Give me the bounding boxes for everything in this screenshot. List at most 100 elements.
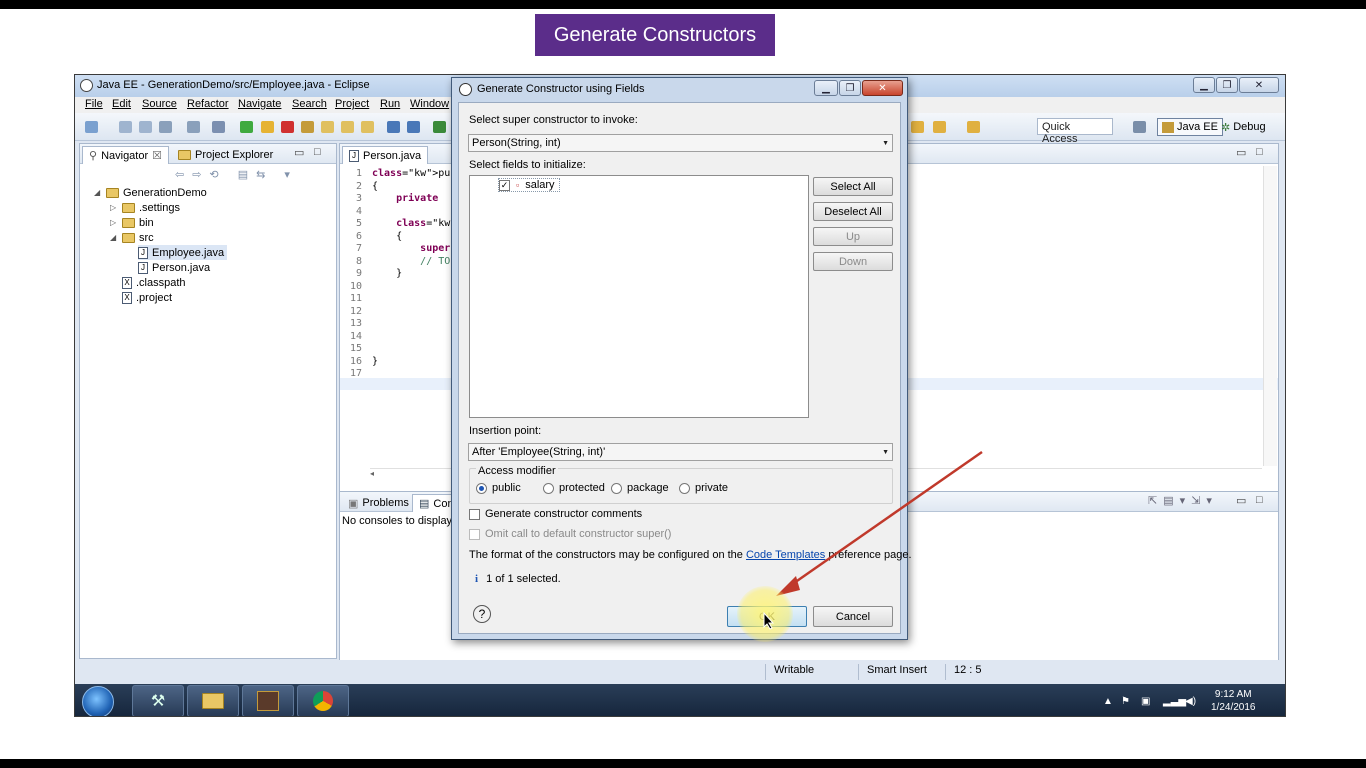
- save-all-icon[interactable]: [139, 121, 152, 133]
- network-icon[interactable]: ▂▃▅: [1163, 696, 1186, 707]
- terminate-icon[interactable]: [281, 121, 294, 133]
- select-all-button[interactable]: Select All: [813, 177, 893, 196]
- forward-icon[interactable]: [967, 121, 980, 133]
- back-icon[interactable]: [933, 121, 946, 133]
- power-icon[interactable]: ▣: [1141, 696, 1150, 707]
- code-line[interactable]: 13: [340, 318, 372, 331]
- minimize-editor-icon[interactable]: ▭: [1236, 146, 1246, 159]
- tree-item-employee-java[interactable]: J Employee.java: [138, 245, 228, 260]
- volume-icon[interactable]: ◀): [1185, 696, 1196, 707]
- code-line[interactable]: 9 }: [340, 268, 402, 281]
- tree-item-settings[interactable]: ▷ .settings: [110, 200, 180, 215]
- code-line[interactable]: 8 // TO: [340, 256, 450, 269]
- dialog-maximize-icon[interactable]: ❐: [839, 80, 861, 96]
- field-checkbox[interactable]: ✓: [499, 179, 510, 191]
- suspend-icon[interactable]: [261, 121, 274, 133]
- taskbar-chrome[interactable]: [297, 685, 349, 716]
- action-center-icon[interactable]: ⚑: [1121, 696, 1130, 707]
- menu-window[interactable]: Window: [410, 98, 449, 110]
- minimize-console-icon[interactable]: ▭: [1236, 494, 1246, 507]
- code-line[interactable]: 7 super: [340, 243, 450, 256]
- code-line[interactable]: 2{: [340, 181, 378, 194]
- system-clock[interactable]: 9:12 AM 1/24/2016: [1211, 688, 1256, 714]
- tab-navigator[interactable]: ⚲ Navigator ☒: [82, 146, 170, 164]
- new-icon[interactable]: [85, 121, 98, 133]
- resume-icon[interactable]: [240, 121, 253, 133]
- field-item-salary[interactable]: ✓ ▫ salary: [498, 178, 560, 192]
- close-icon[interactable]: ✕: [1239, 77, 1279, 93]
- step-into-icon[interactable]: [321, 121, 334, 133]
- cancel-button[interactable]: Cancel: [813, 606, 893, 627]
- maximize-icon[interactable]: ❐: [1216, 77, 1238, 93]
- tree-item-project[interactable]: X .project: [122, 290, 172, 305]
- menu-search[interactable]: Search: [292, 98, 327, 110]
- overview-ruler[interactable]: [1263, 166, 1277, 466]
- deselect-all-button[interactable]: Deselect All: [813, 202, 893, 221]
- menu-source[interactable]: Source: [142, 98, 177, 110]
- generate-comments-option[interactable]: Generate constructor comments: [469, 508, 642, 520]
- code-line[interactable]: 12: [340, 306, 372, 319]
- minimize-icon[interactable]: ▁: [1193, 77, 1215, 93]
- help-icon[interactable]: ?: [473, 605, 491, 623]
- minimize-view-icon[interactable]: ▭: [294, 146, 304, 159]
- code-line[interactable]: 16}: [340, 356, 378, 369]
- start-button[interactable]: [82, 686, 114, 716]
- code-line[interactable]: 6 {: [340, 231, 402, 244]
- generate-comments-checkbox[interactable]: [469, 508, 480, 520]
- code-line[interactable]: 17: [340, 368, 372, 381]
- code-line[interactable]: 14: [340, 331, 372, 344]
- code-line[interactable]: 4: [340, 206, 372, 219]
- radio-button[interactable]: [543, 482, 554, 494]
- taskbar-explorer[interactable]: [187, 685, 239, 716]
- dialog-close-icon[interactable]: ✕: [862, 80, 903, 96]
- code-line[interactable]: 10: [340, 281, 372, 294]
- code-line[interactable]: 11: [340, 293, 372, 306]
- collapse-icon[interactable]: ◢: [94, 188, 102, 197]
- skip-breakpoints-icon[interactable]: [212, 121, 225, 133]
- disconnect-icon[interactable]: [301, 121, 314, 133]
- show-hidden-icons-icon[interactable]: ▲: [1103, 696, 1113, 707]
- radio-button[interactable]: [476, 482, 487, 494]
- tree-item-classpath[interactable]: X .classpath: [122, 275, 186, 290]
- menu-refactor[interactable]: Refactor: [187, 98, 229, 110]
- expand-icon[interactable]: ▷: [110, 203, 118, 212]
- taskbar-eclipse[interactable]: [242, 685, 294, 716]
- radio-public[interactable]: public: [476, 482, 521, 494]
- step-return-icon[interactable]: [361, 121, 374, 133]
- expand-icon[interactable]: ▷: [110, 218, 118, 227]
- fields-list[interactable]: ✓ ▫ salary: [469, 175, 809, 418]
- omit-super-option[interactable]: Omit call to default constructor super(): [469, 528, 671, 540]
- maximize-console-icon[interactable]: □: [1256, 494, 1263, 506]
- menu-run[interactable]: Run: [380, 98, 400, 110]
- navigator-toolbar[interactable]: ⇦⇨⟲ ▤⇆ ▾: [175, 168, 298, 181]
- radio-package[interactable]: package: [611, 482, 669, 494]
- taskbar-app-1[interactable]: ⚒: [132, 685, 184, 716]
- open-perspective-icon[interactable]: [1133, 121, 1146, 133]
- collapse-icon[interactable]: ◢: [110, 233, 118, 242]
- dialog-minimize-icon[interactable]: ▁: [814, 80, 838, 96]
- debug-icon[interactable]: [433, 121, 446, 133]
- last-edit-icon[interactable]: [911, 121, 924, 133]
- radio-button[interactable]: [611, 482, 622, 494]
- print-icon[interactable]: [159, 121, 172, 133]
- maximize-editor-icon[interactable]: □: [1256, 146, 1263, 158]
- tree-item-bin[interactable]: ▷ bin: [110, 215, 154, 230]
- down-button[interactable]: Down: [813, 252, 893, 271]
- run-last-icon[interactable]: [407, 121, 420, 133]
- perspective-java-ee[interactable]: Java EE: [1157, 118, 1223, 136]
- tab-project-explorer[interactable]: Project Explorer: [172, 146, 279, 164]
- super-constructor-select[interactable]: Person(String, int) ▼: [468, 134, 893, 152]
- tab-problems[interactable]: ▣ Problems: [342, 494, 415, 512]
- radio-button[interactable]: [679, 482, 690, 494]
- code-line[interactable]: 15: [340, 343, 372, 356]
- build-icon[interactable]: [187, 121, 200, 133]
- tree-item-src[interactable]: ◢ src: [110, 230, 154, 245]
- menu-file[interactable]: File: [85, 98, 103, 110]
- menu-navigate[interactable]: Navigate: [238, 98, 281, 110]
- up-button[interactable]: Up: [813, 227, 893, 246]
- save-icon[interactable]: [119, 121, 132, 133]
- omit-super-checkbox[interactable]: [469, 528, 480, 540]
- maximize-view-icon[interactable]: □: [314, 146, 321, 158]
- menu-edit[interactable]: Edit: [112, 98, 131, 110]
- use-step-filters-icon[interactable]: [387, 121, 400, 133]
